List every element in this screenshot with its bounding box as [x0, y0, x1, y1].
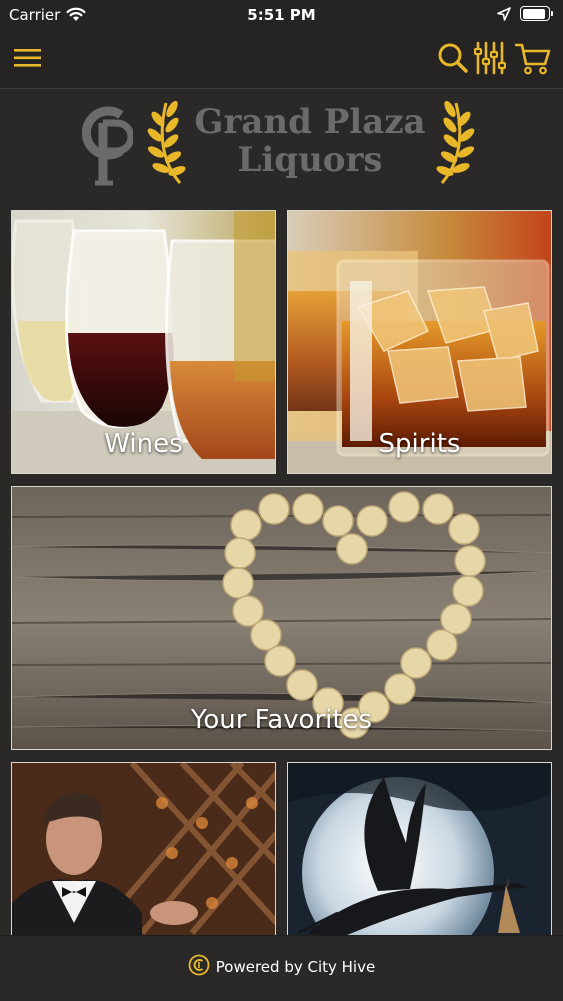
tile-label-favorites: Your Favorites: [190, 705, 373, 735]
battery-icon: [520, 6, 550, 21]
category-tile-favorites[interactable]: Your Favorites: [11, 486, 552, 750]
sommelier-image: [12, 763, 275, 941]
stork-moon-image: [288, 763, 551, 941]
category-tile-spirits[interactable]: Spirits: [287, 210, 552, 474]
powered-by-text: Powered by City Hive: [215, 958, 376, 976]
city-hive-logo-icon: [188, 954, 210, 980]
store-name-line2: Liquors: [237, 140, 383, 180]
store-name-line1: Grand Plaza: [194, 102, 426, 142]
clock: 5:51 PM: [247, 6, 316, 24]
laurel-right-icon: [432, 97, 476, 191]
hamburger-menu-icon[interactable]: [14, 46, 42, 70]
battery-fill: [522, 8, 545, 19]
sliders-icon[interactable]: [473, 41, 507, 79]
laurel-left-icon: [146, 97, 190, 191]
battery-tip: [551, 11, 553, 16]
location-arrow-icon: [497, 7, 511, 25]
category-tile-wines[interactable]: Wines: [11, 210, 276, 474]
gp-monogram-logo: [77, 97, 135, 191]
status-bar: Carrier 5:51 PM: [0, 0, 563, 30]
cart-icon[interactable]: [514, 42, 551, 80]
tile-label-wines: Wines: [104, 429, 183, 459]
powered-by[interactable]: Powered by City Hive: [0, 954, 563, 980]
category-tile-5[interactable]: [287, 762, 552, 942]
nav-bar: [0, 30, 563, 89]
search-icon[interactable]: [437, 42, 469, 78]
store-logo: Grand Plaza Liquors: [0, 89, 563, 203]
footer: Powered by City Hive: [0, 935, 563, 1001]
tile-label-spirits: Spirits: [378, 429, 461, 459]
category-tile-4[interactable]: [11, 762, 276, 942]
